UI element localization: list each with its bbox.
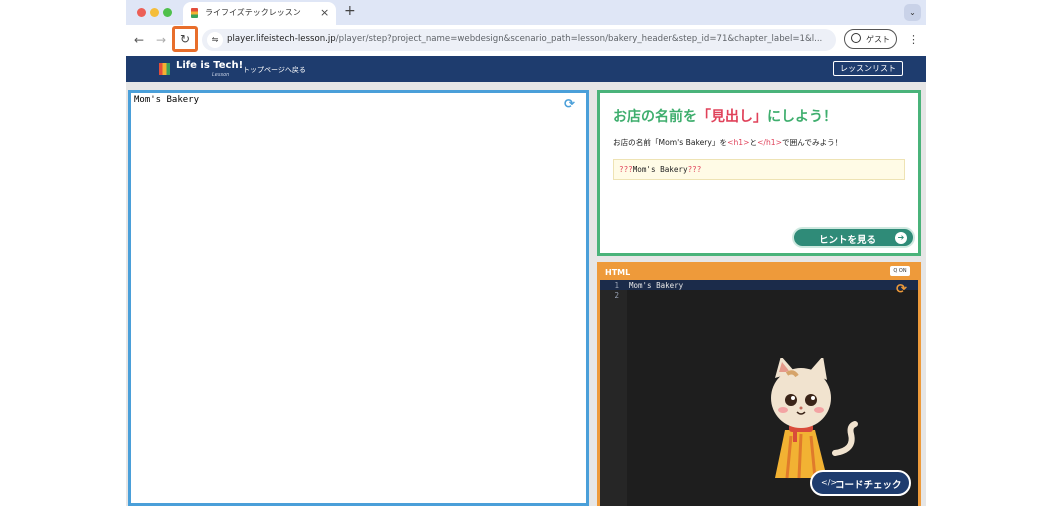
code-example-placeholder-close: ??? [687, 165, 702, 174]
line-number: 2 [614, 291, 619, 300]
lesson-content: Mom's Bakery ⟳ お店の名前を「見出し」にしよう！ お店の名前「Mo… [126, 82, 926, 506]
minimize-window-light[interactable] [150, 8, 159, 17]
task-desc-tag-close: </h1> [757, 138, 782, 147]
tab-search-button[interactable]: ⌄ [904, 4, 921, 21]
preview-text: Mom's Bakery [134, 95, 200, 105]
back-button[interactable]: ← [134, 33, 144, 47]
close-window-light[interactable] [137, 8, 146, 17]
code-check-label: コードチェック [835, 480, 902, 491]
browser-window: ライフイズテックレッスン × + ⌄ ← → ↻ ⇋ player.lifeis… [126, 0, 926, 506]
code-example-placeholder-open: ??? [619, 165, 633, 174]
task-desc-part1: お店の名前「Mom's Bakery」を [613, 138, 728, 147]
guest-profile-button[interactable]: ゲスト [844, 29, 897, 49]
guest-label: ゲスト [866, 35, 890, 44]
logo-subtext: Lesson [212, 72, 230, 78]
profile-icon [851, 33, 861, 43]
back-to-top-link[interactable]: トップページへ戻る [243, 65, 306, 75]
task-title-highlight: 「見出し」 [697, 109, 767, 125]
task-description: お店の名前「Mom's Bakery」を<h1>と</h1>で囲んでみよう！ [613, 137, 842, 148]
tab-close-icon[interactable]: × [320, 6, 329, 19]
refresh-icon[interactable]: ⟳ [564, 97, 575, 112]
task-desc-part3: で囲んでみよう！ [782, 138, 843, 147]
task-desc-tag-open: <h1> [727, 138, 750, 147]
maximize-window-light[interactable] [163, 8, 172, 17]
forward-button[interactable]: → [156, 33, 166, 47]
code-line[interactable]: Mom's Bakery [629, 281, 683, 290]
browser-toolbar: ← → ↻ ⇋ player.lifeistech-lesson.jp/play… [126, 25, 926, 56]
task-title: お店の名前を「見出し」にしよう！ [613, 106, 837, 126]
url-text[interactable]: player.lifeistech-lesson.jp/player/step?… [227, 34, 822, 44]
reset-code-icon[interactable]: ⟳ [896, 282, 907, 297]
code-example-text: Mom's Bakery [632, 165, 688, 174]
cat-mascot [771, 358, 858, 479]
reload-button[interactable]: ↻ [172, 26, 198, 52]
logo-mark-icon [159, 63, 170, 75]
browser-menu-icon[interactable]: ⋮ [908, 33, 919, 46]
site-info-icon[interactable]: ⇋ [207, 32, 223, 48]
site-header: Life is Tech! Lesson トップページへ戻る レッスンリスト [126, 56, 926, 82]
code-check-button[interactable]: </> コードチェック [810, 470, 911, 496]
editor-header: HTML Q ON [600, 265, 918, 280]
task-title-prefix: お店の名前を [613, 109, 697, 125]
url-host: player.lifeistech-lesson.jp [227, 34, 336, 44]
task-panel: お店の名前を「見出し」にしよう！ お店の名前「Mom's Bakery」を<h1… [597, 90, 921, 256]
task-title-suffix: にしよう！ [767, 109, 837, 125]
tab-strip: ライフイズテックレッスン × + ⌄ [126, 0, 926, 25]
logo-text: Life is Tech! [176, 60, 244, 71]
code-example: ???Mom's Bakery??? [613, 159, 905, 180]
task-desc-part2: と [749, 138, 758, 147]
arrow-right-icon: ➔ [895, 232, 907, 244]
line-number-gutter [600, 280, 627, 506]
new-tab-button[interactable]: + [344, 3, 356, 19]
line-number: 1 [614, 281, 619, 290]
hint-label: ヒントを見る [819, 235, 877, 246]
hint-button[interactable]: ヒントを見る ➔ [792, 227, 915, 248]
zoom-toggle[interactable]: Q ON [890, 266, 910, 276]
address-bar[interactable]: ⇋ player.lifeistech-lesson.jp/player/ste… [202, 29, 836, 51]
url-path: /player/step?project_name=webdesign&scen… [335, 34, 823, 44]
lesson-list-button[interactable]: レッスンリスト [833, 61, 903, 76]
preview-panel: Mom's Bakery ⟳ [128, 90, 589, 506]
code-editor-panel: HTML Q ON 1 2 Mom's Bakery ⟳ </> コードチェック [597, 262, 921, 506]
editor-language-label: HTML [605, 268, 631, 277]
tab-title: ライフイズテックレッスン [205, 8, 301, 17]
browser-tab[interactable]: ライフイズテックレッスン × [183, 2, 336, 25]
tab-favicon-icon [191, 8, 198, 18]
